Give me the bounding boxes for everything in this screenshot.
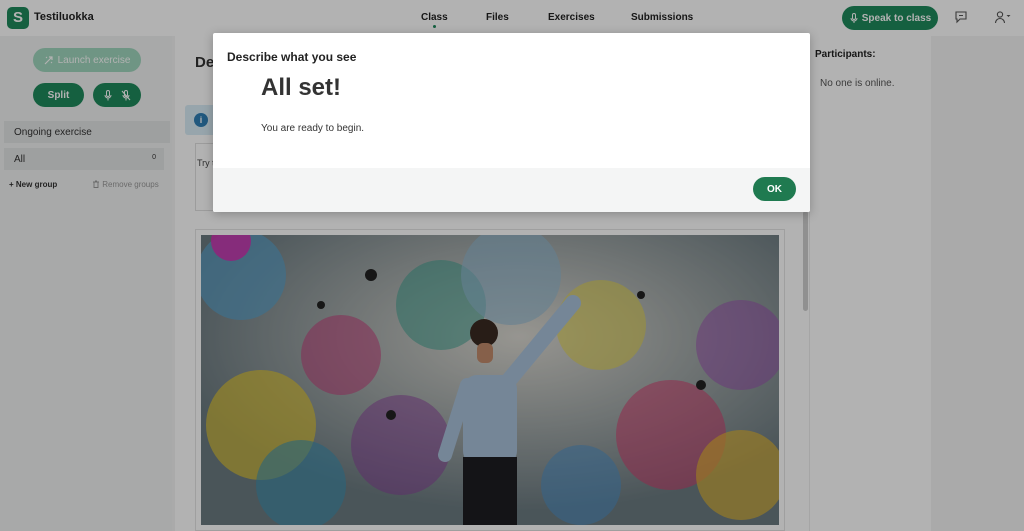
dialog-title: All set!	[261, 74, 342, 101]
dialog-header: Describe what you see	[227, 50, 357, 64]
dialog-message: You are ready to begin.	[261, 123, 365, 134]
ok-button[interactable]: OK	[753, 177, 796, 201]
ready-dialog: Describe what you see All set! You are r…	[213, 33, 810, 212]
dialog-footer: OK	[213, 168, 810, 212]
